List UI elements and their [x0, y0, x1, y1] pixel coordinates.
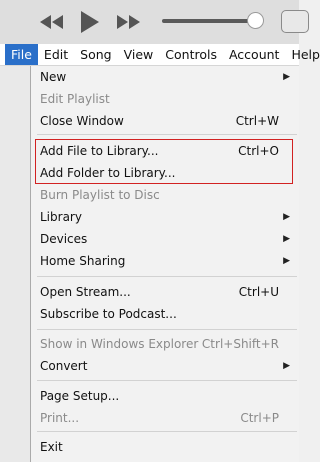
- menu-item-open-stream[interactable]: Open Stream... Ctrl+U: [31, 281, 299, 303]
- menu-item-shortcut: Ctrl+Shift+R: [201, 337, 279, 351]
- menu-separator: [37, 431, 297, 432]
- menu-item-page-setup[interactable]: Page Setup...: [31, 385, 299, 407]
- previous-icon: [40, 15, 63, 29]
- menu-item-print[interactable]: Print... Ctrl+P: [31, 407, 299, 429]
- menu-help[interactable]: Help: [285, 44, 320, 65]
- submenu-arrow-icon: ▶: [283, 256, 290, 266]
- menu-item-close-window[interactable]: Close Window Ctrl+W: [31, 110, 299, 132]
- menu-item-new[interactable]: New ▶: [31, 66, 299, 88]
- menu-file[interactable]: File: [5, 44, 38, 65]
- play-button[interactable]: [77, 0, 103, 44]
- menu-item-label: Open Stream...: [40, 285, 131, 299]
- submenu-arrow-icon: ▶: [283, 72, 290, 82]
- menu-item-label: Close Window: [40, 114, 124, 128]
- menu-item-label: Devices: [40, 232, 88, 246]
- menu-item-shortcut: Ctrl+U: [238, 285, 279, 299]
- menu-item-shortcut: Ctrl+P: [240, 411, 279, 425]
- player-toolbar: [0, 0, 309, 45]
- menu-item-shortcut: Ctrl+W: [235, 114, 279, 128]
- menu-separator: [37, 134, 297, 135]
- menu-edit[interactable]: Edit: [38, 44, 74, 65]
- next-button[interactable]: [115, 0, 143, 44]
- menu-item-label: New: [40, 70, 67, 84]
- menu-item-label: Exit: [40, 440, 63, 454]
- menu-item-label: Show in Windows Explorer: [40, 337, 199, 351]
- previous-button[interactable]: [37, 0, 65, 44]
- menu-item-exit[interactable]: Exit: [31, 436, 299, 458]
- submenu-arrow-icon: ▶: [283, 361, 290, 371]
- file-menu: New ▶ Edit Playlist Close Window Ctrl+W …: [30, 66, 299, 462]
- menu-item-label: Convert: [40, 359, 88, 373]
- menu-view[interactable]: View: [118, 44, 160, 65]
- menu-account[interactable]: Account: [223, 44, 285, 65]
- submenu-arrow-icon: ▶: [283, 212, 290, 222]
- play-icon: [81, 11, 99, 33]
- menu-item-show-explorer[interactable]: Show in Windows Explorer Ctrl+Shift+R: [31, 333, 299, 355]
- menu-item-home-sharing[interactable]: Home Sharing ▶: [31, 250, 299, 272]
- menu-item-edit-playlist[interactable]: Edit Playlist: [31, 88, 299, 110]
- submenu-arrow-icon: ▶: [283, 234, 290, 244]
- highlight-box: [35, 139, 293, 184]
- menu-item-label: Print...: [40, 411, 80, 425]
- airplay-icon[interactable]: [281, 10, 309, 33]
- menu-bar: File Edit Song View Controls Account Hel…: [0, 44, 320, 66]
- menu-separator: [37, 329, 297, 330]
- menu-item-label: Burn Playlist to Disc: [40, 188, 160, 202]
- volume-knob[interactable]: [247, 12, 264, 29]
- menu-item-library[interactable]: Library ▶: [31, 206, 299, 228]
- menu-item-label: Edit Playlist: [40, 92, 110, 106]
- menu-item-convert[interactable]: Convert ▶: [31, 355, 299, 377]
- menu-item-label: Subscribe to Podcast...: [40, 307, 177, 321]
- menu-item-label: Page Setup...: [40, 389, 120, 403]
- window-background: [0, 66, 30, 462]
- next-icon: [117, 15, 140, 29]
- menu-item-burn-playlist[interactable]: Burn Playlist to Disc: [31, 184, 299, 206]
- menu-separator: [37, 380, 297, 381]
- menu-item-devices[interactable]: Devices ▶: [31, 228, 299, 250]
- volume-slider[interactable]: [162, 19, 260, 23]
- menu-item-label: Home Sharing: [40, 254, 126, 268]
- menu-item-label: Library: [40, 210, 82, 224]
- menu-song[interactable]: Song: [74, 44, 117, 65]
- menu-separator: [37, 276, 297, 277]
- menu-item-subscribe-podcast[interactable]: Subscribe to Podcast...: [31, 303, 299, 325]
- menu-controls[interactable]: Controls: [159, 44, 223, 65]
